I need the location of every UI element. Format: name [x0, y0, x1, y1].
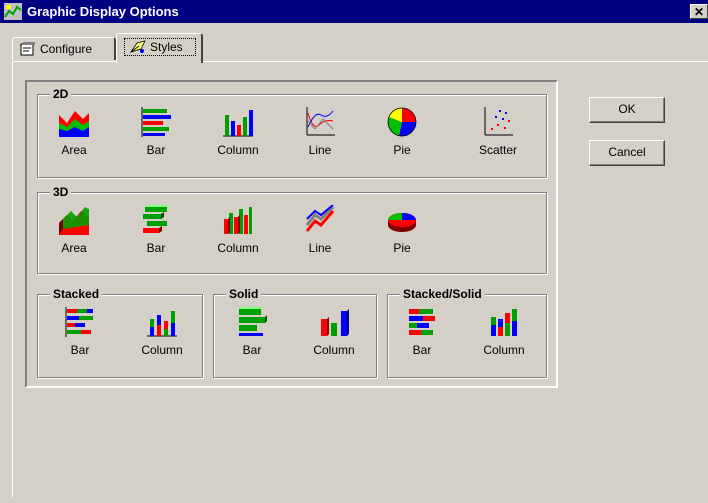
group-stacked-solid: Stacked/Solid Bar Column [387, 287, 547, 378]
group-3d: 3D Area Bar Column Line Pie [37, 185, 547, 274]
style-stacked-bar-label: Bar [70, 343, 90, 357]
group-solid: Solid Bar Column [213, 287, 377, 378]
style-2d-area-label: Area [61, 143, 87, 157]
solid-bar-chart-icon [239, 307, 267, 336]
stacked-bar-chart-icon [65, 307, 93, 337]
style-stacked-solid-bar[interactable]: Bar [392, 307, 452, 363]
style-stacked-bar[interactable]: Bar [50, 307, 110, 363]
line-chart-icon [306, 107, 335, 136]
column-3d-chart-icon [224, 207, 252, 234]
group-stacked: Stacked Bar Column [37, 287, 203, 378]
pie-3d-chart-icon [388, 213, 416, 232]
style-3d-pie-label: Pie [393, 241, 411, 255]
bar-3d-chart-icon [143, 205, 170, 233]
group-2d: 2D Area Bar Column Line Pie Scatter [37, 87, 547, 178]
stacked-solid-column-chart-icon [491, 309, 517, 336]
style-2d-area[interactable]: Area [44, 107, 104, 163]
group-stacked-solid-label: Stacked/Solid [400, 287, 485, 301]
style-3d-bar-label: Bar [146, 241, 166, 255]
style-2d-bar-label: Bar [146, 143, 166, 157]
style-2d-column[interactable]: Column [208, 107, 268, 163]
style-2d-pie-label: Pie [393, 143, 411, 157]
window-title: Graphic Display Options [27, 4, 179, 19]
style-2d-scatter-label: Scatter [478, 143, 517, 157]
line-3d-chart-icon [305, 205, 335, 232]
style-solid-bar[interactable]: Bar [222, 307, 282, 363]
style-3d-pie[interactable]: Pie [372, 205, 432, 261]
style-solid-bar-label: Bar [242, 343, 262, 357]
style-stacked-column[interactable]: Column [132, 307, 192, 363]
styles-icon [130, 40, 146, 53]
style-solid-column-label: Column [313, 343, 355, 357]
ok-button[interactable]: OK [589, 97, 665, 123]
stacked-column-chart-icon [147, 311, 177, 337]
group-3d-label: 3D [50, 185, 72, 199]
style-2d-bar[interactable]: Bar [126, 107, 186, 163]
style-3d-area[interactable]: Area [44, 205, 104, 261]
stacked-solid-bar-chart-icon [409, 309, 435, 335]
group-solid-label: Solid [226, 287, 262, 301]
style-3d-column[interactable]: Column [208, 205, 268, 261]
style-2d-column-label: Column [217, 143, 259, 157]
area-chart-icon [59, 111, 89, 137]
tab-configure-label: Configure [40, 42, 93, 56]
group-stacked-label: Stacked [50, 287, 103, 301]
title-bar: Graphic Display Options ✕ [0, 0, 708, 23]
style-stacked-solid-column[interactable]: Column [474, 307, 534, 363]
tab-styles[interactable]: Styles [116, 33, 203, 63]
tab-styles-label: Styles [150, 40, 183, 54]
chart-styles-frame: 2D Area Bar Column Line Pie Scatter 3D A… [25, 80, 558, 388]
style-stacked-solid-bar-label: Bar [412, 343, 432, 357]
style-3d-area-label: Area [61, 241, 87, 255]
style-3d-bar[interactable]: Bar [126, 205, 186, 261]
style-3d-line-label: Line [308, 241, 332, 255]
pie-chart-icon [387, 107, 417, 137]
style-2d-scatter[interactable]: Scatter [468, 107, 528, 163]
bar-chart-icon [141, 107, 171, 137]
cancel-button[interactable]: Cancel [589, 140, 665, 166]
app-icon [4, 3, 22, 20]
tab-configure[interactable]: Configure [12, 37, 116, 60]
close-button[interactable]: ✕ [690, 4, 708, 19]
style-2d-pie[interactable]: Pie [372, 107, 432, 163]
configure-icon [20, 42, 35, 56]
column-chart-icon [223, 110, 253, 137]
style-2d-line[interactable]: Line [290, 107, 350, 163]
area-3d-chart-icon [59, 207, 89, 235]
style-2d-line-label: Line [308, 143, 332, 157]
style-stacked-solid-column-label: Column [483, 343, 525, 357]
scatter-chart-icon [484, 107, 513, 136]
close-icon: ✕ [693, 5, 705, 19]
style-3d-column-label: Column [217, 241, 259, 255]
style-solid-column[interactable]: Column [304, 307, 364, 363]
style-3d-line[interactable]: Line [290, 205, 350, 261]
style-stacked-column-label: Column [141, 343, 183, 357]
group-2d-label: 2D [50, 87, 72, 101]
solid-column-chart-icon [321, 309, 349, 336]
